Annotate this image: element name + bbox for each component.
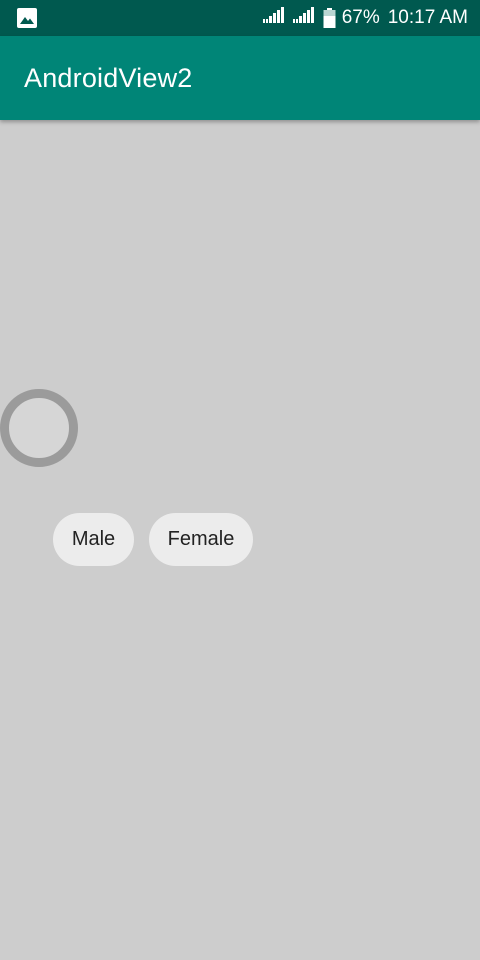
signal-icon-2 bbox=[292, 7, 315, 29]
status-time: 10:17 AM bbox=[387, 7, 468, 28]
progress-ring-icon bbox=[0, 389, 78, 467]
progress-ring-center bbox=[13, 402, 65, 454]
image-icon bbox=[17, 8, 37, 28]
app-title: AndroidView2 bbox=[24, 63, 193, 93]
battery-icon bbox=[323, 8, 336, 28]
battery-percent: 67% bbox=[341, 7, 380, 28]
female-chip[interactable]: Female bbox=[149, 513, 253, 566]
status-indicators: 67% 10:17 AM bbox=[262, 0, 468, 36]
signal-icon bbox=[262, 7, 285, 29]
app-bar: AndroidView2 bbox=[0, 36, 480, 120]
male-chip[interactable]: Male bbox=[53, 513, 134, 566]
status-bar: 67% 10:17 AM bbox=[0, 0, 480, 36]
